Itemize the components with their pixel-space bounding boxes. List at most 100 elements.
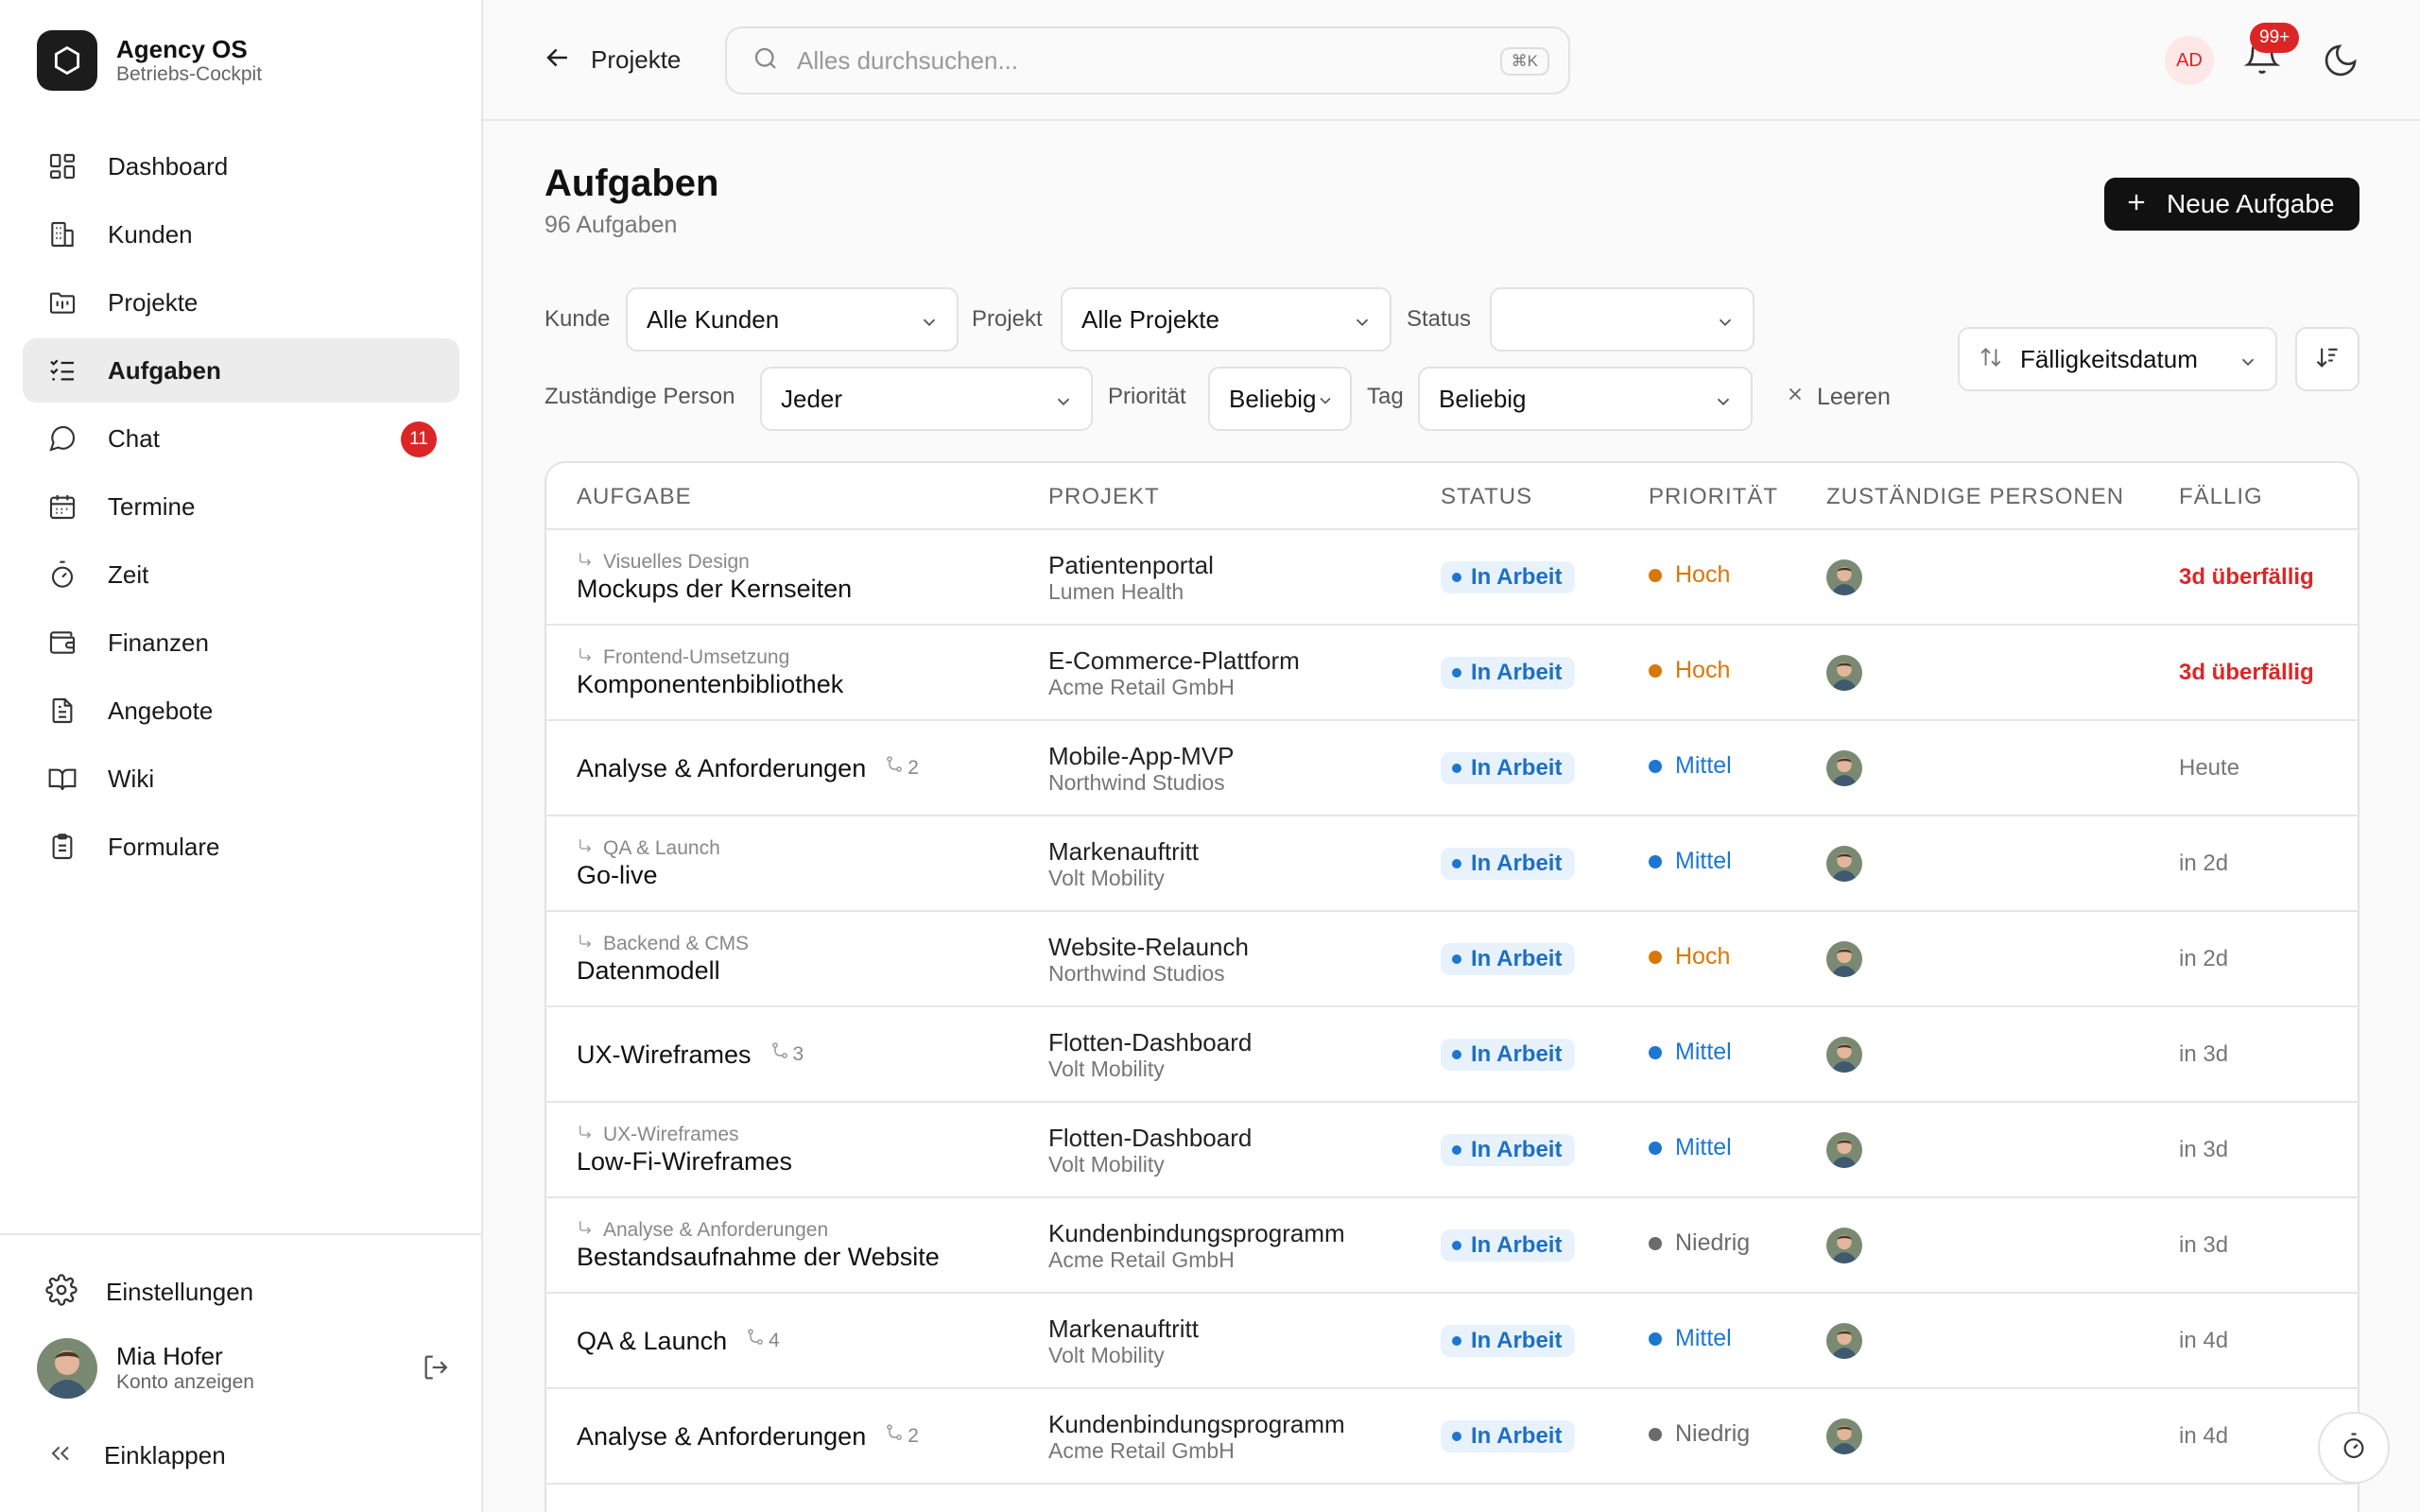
priority-indicator[interactable]: Hoch	[1649, 943, 1730, 971]
timer-fab-button[interactable]	[2318, 1412, 2390, 1484]
project-cell[interactable]: Kundenbindungsprogramm Acme Retail GmbH	[1048, 1389, 1345, 1483]
sidebar-item-zeit[interactable]: Zeit	[23, 542, 459, 607]
column-header-faellig[interactable]: FÄLLIG	[2179, 484, 2263, 510]
task-cell[interactable]: UX-Wireframes 3	[577, 1007, 1030, 1101]
task-name[interactable]: UX-Wireframes	[577, 1040, 752, 1070]
task-cell[interactable]: UX-Wireframes Low-Fi-Wireframes	[577, 1103, 1030, 1196]
table-row[interactable]: UX-Wireframes 3 Flotten-Dashboard Volt Mobi…	[546, 1007, 2358, 1103]
avatar[interactable]	[1826, 1323, 1862, 1359]
priority-indicator[interactable]: Mittel	[1649, 1134, 1732, 1161]
sidebar-item-dashboard[interactable]: Dashboard	[23, 134, 459, 198]
status-badge[interactable]: In Arbeit	[1441, 1325, 1576, 1357]
task-cell[interactable]: Frontend-Umsetzung Komponentenbibliothek	[577, 626, 1030, 719]
task-cell[interactable]: QA & Launch 4	[577, 1294, 1030, 1387]
avatar[interactable]	[1826, 750, 1862, 786]
clear-filters-button[interactable]: Leeren	[1785, 384, 1891, 411]
task-name[interactable]: Mockups der Kernseiten	[577, 574, 852, 604]
avatar[interactable]	[1826, 559, 1862, 595]
sidebar-item-kunden[interactable]: Kunden	[23, 202, 459, 266]
task-cell[interactable]	[577, 1485, 1030, 1512]
avatar[interactable]	[1826, 1418, 1862, 1454]
status-badge[interactable]: In Arbeit	[1441, 848, 1576, 880]
sidebar-item-chat[interactable]: Chat 11	[23, 406, 459, 471]
table-row[interactable]: Backend & CMS Datenmodell Website-Relaunch…	[546, 912, 2358, 1007]
project-cell[interactable]: Markenauftritt Volt Mobility	[1048, 816, 1199, 910]
status-badge[interactable]: In Arbeit	[1441, 943, 1576, 975]
project-cell[interactable]: Markenauftritt Volt Mobility	[1048, 1294, 1199, 1387]
sidebar-item-finanzen[interactable]: Finanzen	[23, 610, 459, 675]
table-row[interactable]: QA & Launch 4 Markenauftritt Volt Mobility I…	[546, 1294, 2358, 1389]
task-name[interactable]: Analyse & Anforderungen	[577, 1421, 866, 1452]
user-account[interactable]: Mia Hofer Konto anzeigen	[37, 1338, 453, 1399]
avatar[interactable]	[1826, 655, 1862, 691]
avatar[interactable]	[1826, 1132, 1862, 1168]
priority-indicator[interactable]: Niedrig	[1649, 1229, 1750, 1257]
column-header-aufgabe[interactable]: AUFGABE	[577, 484, 692, 510]
priority-indicator[interactable]: Mittel	[1649, 1039, 1732, 1066]
sidebar-item-aufgaben[interactable]: Aufgaben	[23, 338, 459, 403]
table-row[interactable]: Analyse & Anforderungen 2 Kundenbindungspr…	[546, 1389, 2358, 1485]
status-badge[interactable]: In Arbeit	[1441, 1134, 1576, 1166]
column-header-prioritaet[interactable]: PRIORITÄT	[1649, 484, 1778, 510]
priority-indicator[interactable]: Mittel	[1649, 848, 1732, 875]
task-name[interactable]: Analyse & Anforderungen	[577, 753, 866, 783]
sidebar-item-projekte[interactable]: Projekte	[23, 270, 459, 335]
task-cell[interactable]: Analyse & Anforderungen 2	[577, 1389, 1030, 1483]
table-row[interactable]: Frontend-Umsetzung Komponentenbibliothek E…	[546, 626, 2358, 721]
new-task-button[interactable]: Neue Aufgabe	[2104, 178, 2360, 231]
project-cell[interactable]: Mobile-App-MVP Northwind Studios	[1048, 721, 1235, 815]
column-header-status[interactable]: STATUS	[1441, 484, 1532, 510]
status-badge[interactable]: In Arbeit	[1441, 1420, 1576, 1452]
table-row[interactable]: Patientenportal	[546, 1485, 2358, 1512]
project-cell[interactable]: Patientenportal Lumen Health	[1048, 530, 1214, 624]
logout-icon[interactable]	[421, 1351, 453, 1388]
status-badge[interactable]: In Arbeit	[1441, 1039, 1576, 1071]
user-avatar-button[interactable]: AD	[2165, 36, 2214, 85]
table-row[interactable]: Analyse & Anforderungen Bestandsaufnahme …	[546, 1198, 2358, 1294]
task-name[interactable]: Bestandsaufnahme der Website	[577, 1242, 940, 1272]
sidebar-item-termine[interactable]: Termine	[23, 474, 459, 539]
priority-indicator[interactable]: Hoch	[1649, 657, 1730, 684]
filter-kunde-select[interactable]: Alle Kunden	[626, 287, 959, 352]
task-name[interactable]: Datenmodell	[577, 955, 720, 986]
filter-status-select[interactable]	[1490, 287, 1754, 352]
table-row[interactable]: QA & Launch Go-live Markenauftritt Volt Mob…	[546, 816, 2358, 912]
avatar[interactable]	[1826, 941, 1862, 977]
filter-projekt-select[interactable]: Alle Projekte	[1061, 287, 1392, 352]
table-row[interactable]: UX-Wireframes Low-Fi-Wireframes Flotten-Da…	[546, 1103, 2358, 1198]
avatar[interactable]	[1826, 846, 1862, 882]
column-header-projekt[interactable]: PROJEKT	[1048, 484, 1160, 510]
filter-prioritaet-select[interactable]: Beliebig	[1208, 367, 1352, 431]
sidebar-item-settings[interactable]: Einstellungen	[45, 1274, 253, 1311]
sort-direction-button[interactable]	[2295, 327, 2360, 391]
status-badge[interactable]: In Arbeit	[1441, 752, 1576, 784]
sidebar-item-angebote[interactable]: Angebote	[23, 679, 459, 743]
table-row[interactable]: Visuelles Design Mockups der Kernseiten Pa…	[546, 530, 2358, 626]
sort-field-select[interactable]: Fälligkeitsdatum	[1958, 327, 2277, 391]
task-cell[interactable]: Analyse & Anforderungen 2	[577, 721, 1030, 815]
priority-indicator[interactable]: Niedrig	[1649, 1420, 1750, 1448]
sidebar-item-wiki[interactable]: Wiki	[23, 747, 459, 811]
filter-person-select[interactable]: Jeder	[760, 367, 1093, 431]
project-cell[interactable]: Patientenportal	[1048, 1485, 1214, 1512]
priority-indicator[interactable]: Hoch	[1649, 561, 1730, 589]
task-cell[interactable]: QA & Launch Go-live	[577, 816, 1030, 910]
avatar[interactable]	[1826, 1228, 1862, 1263]
project-cell[interactable]: Website-Relaunch Northwind Studios	[1048, 912, 1249, 1005]
filter-tag-select[interactable]: Beliebig	[1418, 367, 1753, 431]
status-badge[interactable]: In Arbeit	[1441, 1229, 1576, 1262]
back-to-projects-link[interactable]: Projekte	[542, 42, 681, 78]
sidebar-item-formulare[interactable]: Formulare	[23, 815, 459, 879]
task-name[interactable]: Komponentenbibliothek	[577, 669, 843, 699]
brand[interactable]: Agency OS Betriebs-Cockpit	[37, 30, 262, 91]
priority-indicator[interactable]: Mittel	[1649, 752, 1732, 780]
status-badge[interactable]: In Arbeit	[1441, 561, 1576, 593]
task-cell[interactable]: Visuelles Design Mockups der Kernseiten	[577, 530, 1030, 624]
task-name[interactable]: Low-Fi-Wireframes	[577, 1146, 792, 1177]
task-cell[interactable]: Analyse & Anforderungen Bestandsaufnahme …	[577, 1198, 1030, 1292]
project-cell[interactable]: Kundenbindungsprogramm Acme Retail GmbH	[1048, 1198, 1345, 1292]
moon-icon[interactable]	[2322, 42, 2360, 84]
project-cell[interactable]: Flotten-Dashboard Volt Mobility	[1048, 1007, 1252, 1101]
user-account-link[interactable]: Konto anzeigen	[116, 1370, 254, 1395]
project-cell[interactable]: E-Commerce-Plattform Acme Retail GmbH	[1048, 626, 1300, 719]
